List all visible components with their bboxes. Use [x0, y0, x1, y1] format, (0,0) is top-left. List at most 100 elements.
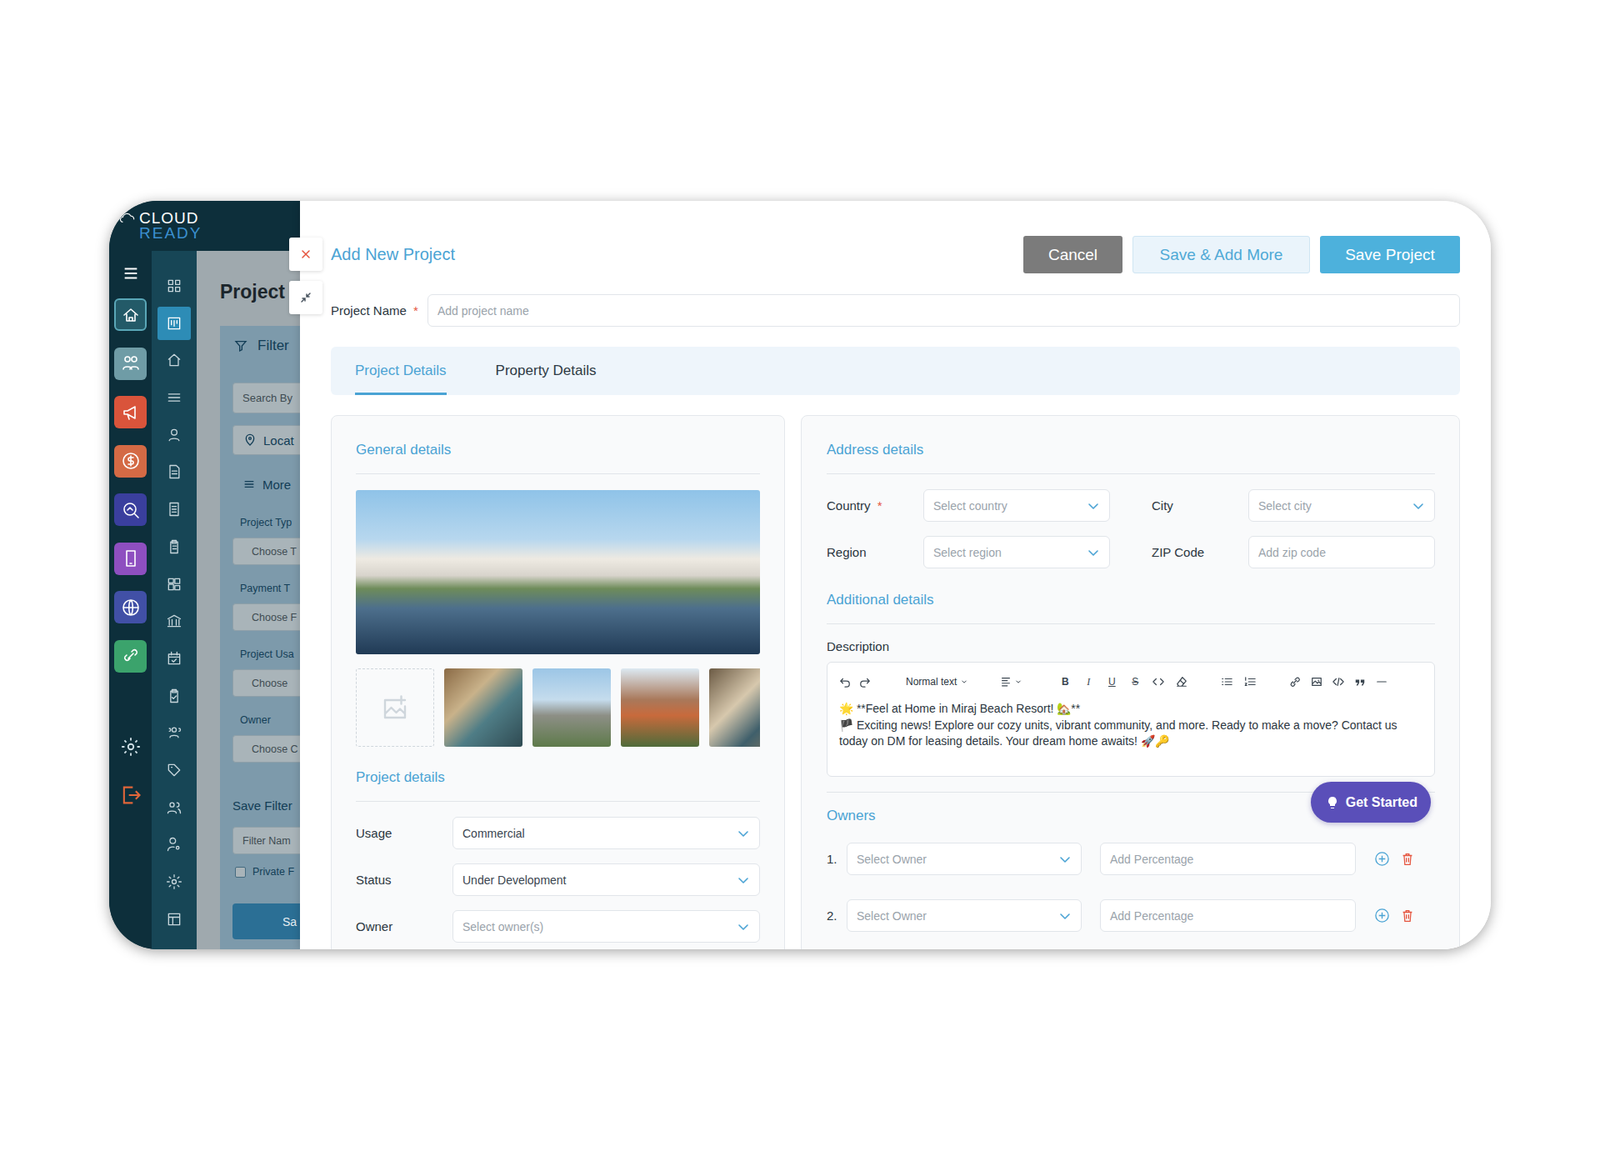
module-tile[interactable]	[114, 542, 147, 575]
save-filter-title: Save Filter	[232, 797, 293, 815]
owner-select[interactable]: Select Owner	[846, 899, 1082, 932]
screen: CLOUD READY Project Filter Search By Loc…	[0, 0, 1600, 1151]
logo[interactable]: CLOUD READY	[119, 210, 202, 241]
description-editor[interactable]: Normal text BIUS 🌟 **Feel at Home in Mir…	[826, 661, 1435, 777]
logout-icon[interactable]	[119, 783, 143, 807]
undo-icon[interactable]	[839, 675, 851, 688]
project-name-input[interactable]: Add project name	[427, 294, 1460, 327]
nav-item[interactable]	[157, 641, 191, 675]
action-button[interactable]: Cancel	[1023, 235, 1123, 274]
logo-bar: CLOUD READY	[109, 200, 300, 251]
private-checkbox[interactable]	[235, 866, 246, 878]
filter-name-input[interactable]: Filter Nam	[232, 826, 300, 855]
module-icon	[120, 597, 141, 618]
settings-icon[interactable]	[120, 735, 142, 758]
bullet-list-icon[interactable]	[1220, 675, 1233, 688]
numbered-list-icon[interactable]	[1244, 675, 1256, 688]
nav-item[interactable]	[157, 827, 191, 861]
photo-thumbnail[interactable]	[620, 668, 700, 747]
module-tile[interactable]	[114, 640, 147, 673]
format-mark[interactable]: I	[1082, 675, 1095, 689]
photo-thumbnail[interactable]	[532, 668, 611, 747]
link-icon[interactable]	[1289, 675, 1301, 688]
owner-select[interactable]: Select Owner	[846, 842, 1082, 875]
add-owner-icon[interactable]	[1374, 907, 1390, 924]
add-owner-icon[interactable]	[1374, 850, 1390, 867]
image-icon[interactable]	[1310, 675, 1323, 688]
module-tile[interactable]	[114, 590, 147, 624]
percentage-input[interactable]: Add Percentage	[1100, 899, 1356, 932]
nav-item[interactable]	[157, 790, 191, 825]
field-select[interactable]: Select country	[923, 489, 1110, 522]
module-tile[interactable]	[114, 445, 147, 478]
nav-item[interactable]	[157, 343, 191, 377]
cover-photo[interactable]	[355, 490, 760, 655]
nav-item[interactable]	[157, 865, 191, 899]
nav-item[interactable]	[157, 269, 191, 303]
field-select[interactable]: Commercial	[452, 816, 760, 850]
menu-icon[interactable]	[121, 264, 140, 283]
filter-select[interactable]: Choose T	[232, 537, 300, 565]
close-button[interactable]	[289, 237, 323, 271]
private-filter[interactable]: Private F	[232, 865, 295, 878]
nav-item[interactable]	[157, 753, 191, 787]
filter-select[interactable]: Choose F	[232, 603, 300, 631]
field-select[interactable]: Select city	[1248, 489, 1435, 522]
format-mark[interactable]: U	[1105, 675, 1118, 688]
upload-photo[interactable]	[355, 668, 435, 747]
field-select[interactable]: Under Development	[452, 863, 760, 896]
code-block-icon[interactable]	[1332, 675, 1345, 688]
module-tile[interactable]	[114, 395, 147, 429]
logo-bottom: READY	[139, 225, 202, 241]
filter-panel: Filter Search By Locat More Project Typ …	[220, 325, 300, 950]
filter-header[interactable]: Filter	[234, 325, 290, 366]
photo-thumbnail[interactable]	[444, 668, 523, 747]
nav-item[interactable]	[157, 530, 191, 564]
required-mark: *	[877, 498, 883, 513]
action-button[interactable]: Save Project	[1320, 235, 1460, 274]
more-filters[interactable]: More	[232, 469, 291, 500]
nav-item[interactable]	[157, 380, 191, 415]
nav-item[interactable]	[157, 604, 191, 638]
clear-format-icon[interactable]	[1175, 675, 1188, 688]
module-tile[interactable]	[114, 298, 147, 331]
field-select[interactable]: Select region	[923, 535, 1110, 569]
redo-icon[interactable]	[859, 675, 871, 688]
nav-item[interactable]	[157, 679, 191, 713]
nav-item[interactable]	[157, 492, 191, 526]
nav-item[interactable]	[157, 567, 191, 601]
module-tile[interactable]	[114, 493, 147, 526]
horizontal-rule-icon[interactable]	[1375, 675, 1388, 688]
quote-icon[interactable]	[1354, 675, 1366, 688]
nav-item[interactable]	[157, 902, 191, 936]
get-started-button[interactable]: Get Started	[1310, 781, 1431, 823]
photo-thumbnail[interactable]	[709, 668, 760, 747]
filter-select[interactable]: Choose C	[232, 735, 300, 763]
delete-owner-icon[interactable]	[1400, 908, 1415, 924]
field-input[interactable]: Add zip code	[1248, 535, 1435, 569]
collapse-button[interactable]	[289, 280, 323, 315]
nav-item[interactable]	[157, 455, 191, 489]
tab[interactable]: Project Details	[355, 346, 447, 395]
search-input[interactable]: Search By	[232, 382, 300, 414]
tab[interactable]: Property Details	[495, 346, 597, 395]
percentage-input[interactable]: Add Percentage	[1100, 842, 1356, 875]
editor-content[interactable]: 🌟 **Feel at Home in Miraj Beach Resort! …	[839, 700, 1423, 750]
filter-select[interactable]: Choose	[232, 669, 300, 697]
format-mark[interactable]: S	[1129, 675, 1141, 688]
align-group[interactable]	[1000, 675, 1023, 688]
delete-owner-icon[interactable]	[1400, 851, 1415, 867]
nav-icon	[165, 612, 183, 630]
nav-item[interactable]	[157, 418, 191, 452]
module-tile[interactable]	[114, 347, 147, 380]
field-row: Country * Select country	[826, 489, 1110, 522]
save-filter-button[interactable]: Sa	[232, 903, 300, 940]
action-button[interactable]: Save & Add More	[1132, 235, 1310, 274]
nav-item[interactable]	[157, 715, 191, 750]
format-mark[interactable]: B	[1059, 675, 1071, 688]
inline-code-icon[interactable]	[1152, 675, 1165, 688]
field-select[interactable]: Select owner(s)	[452, 910, 760, 943]
nav-item[interactable]	[157, 306, 191, 340]
format-select[interactable]: Normal text	[905, 675, 969, 688]
location-input[interactable]: Locat	[232, 425, 300, 455]
